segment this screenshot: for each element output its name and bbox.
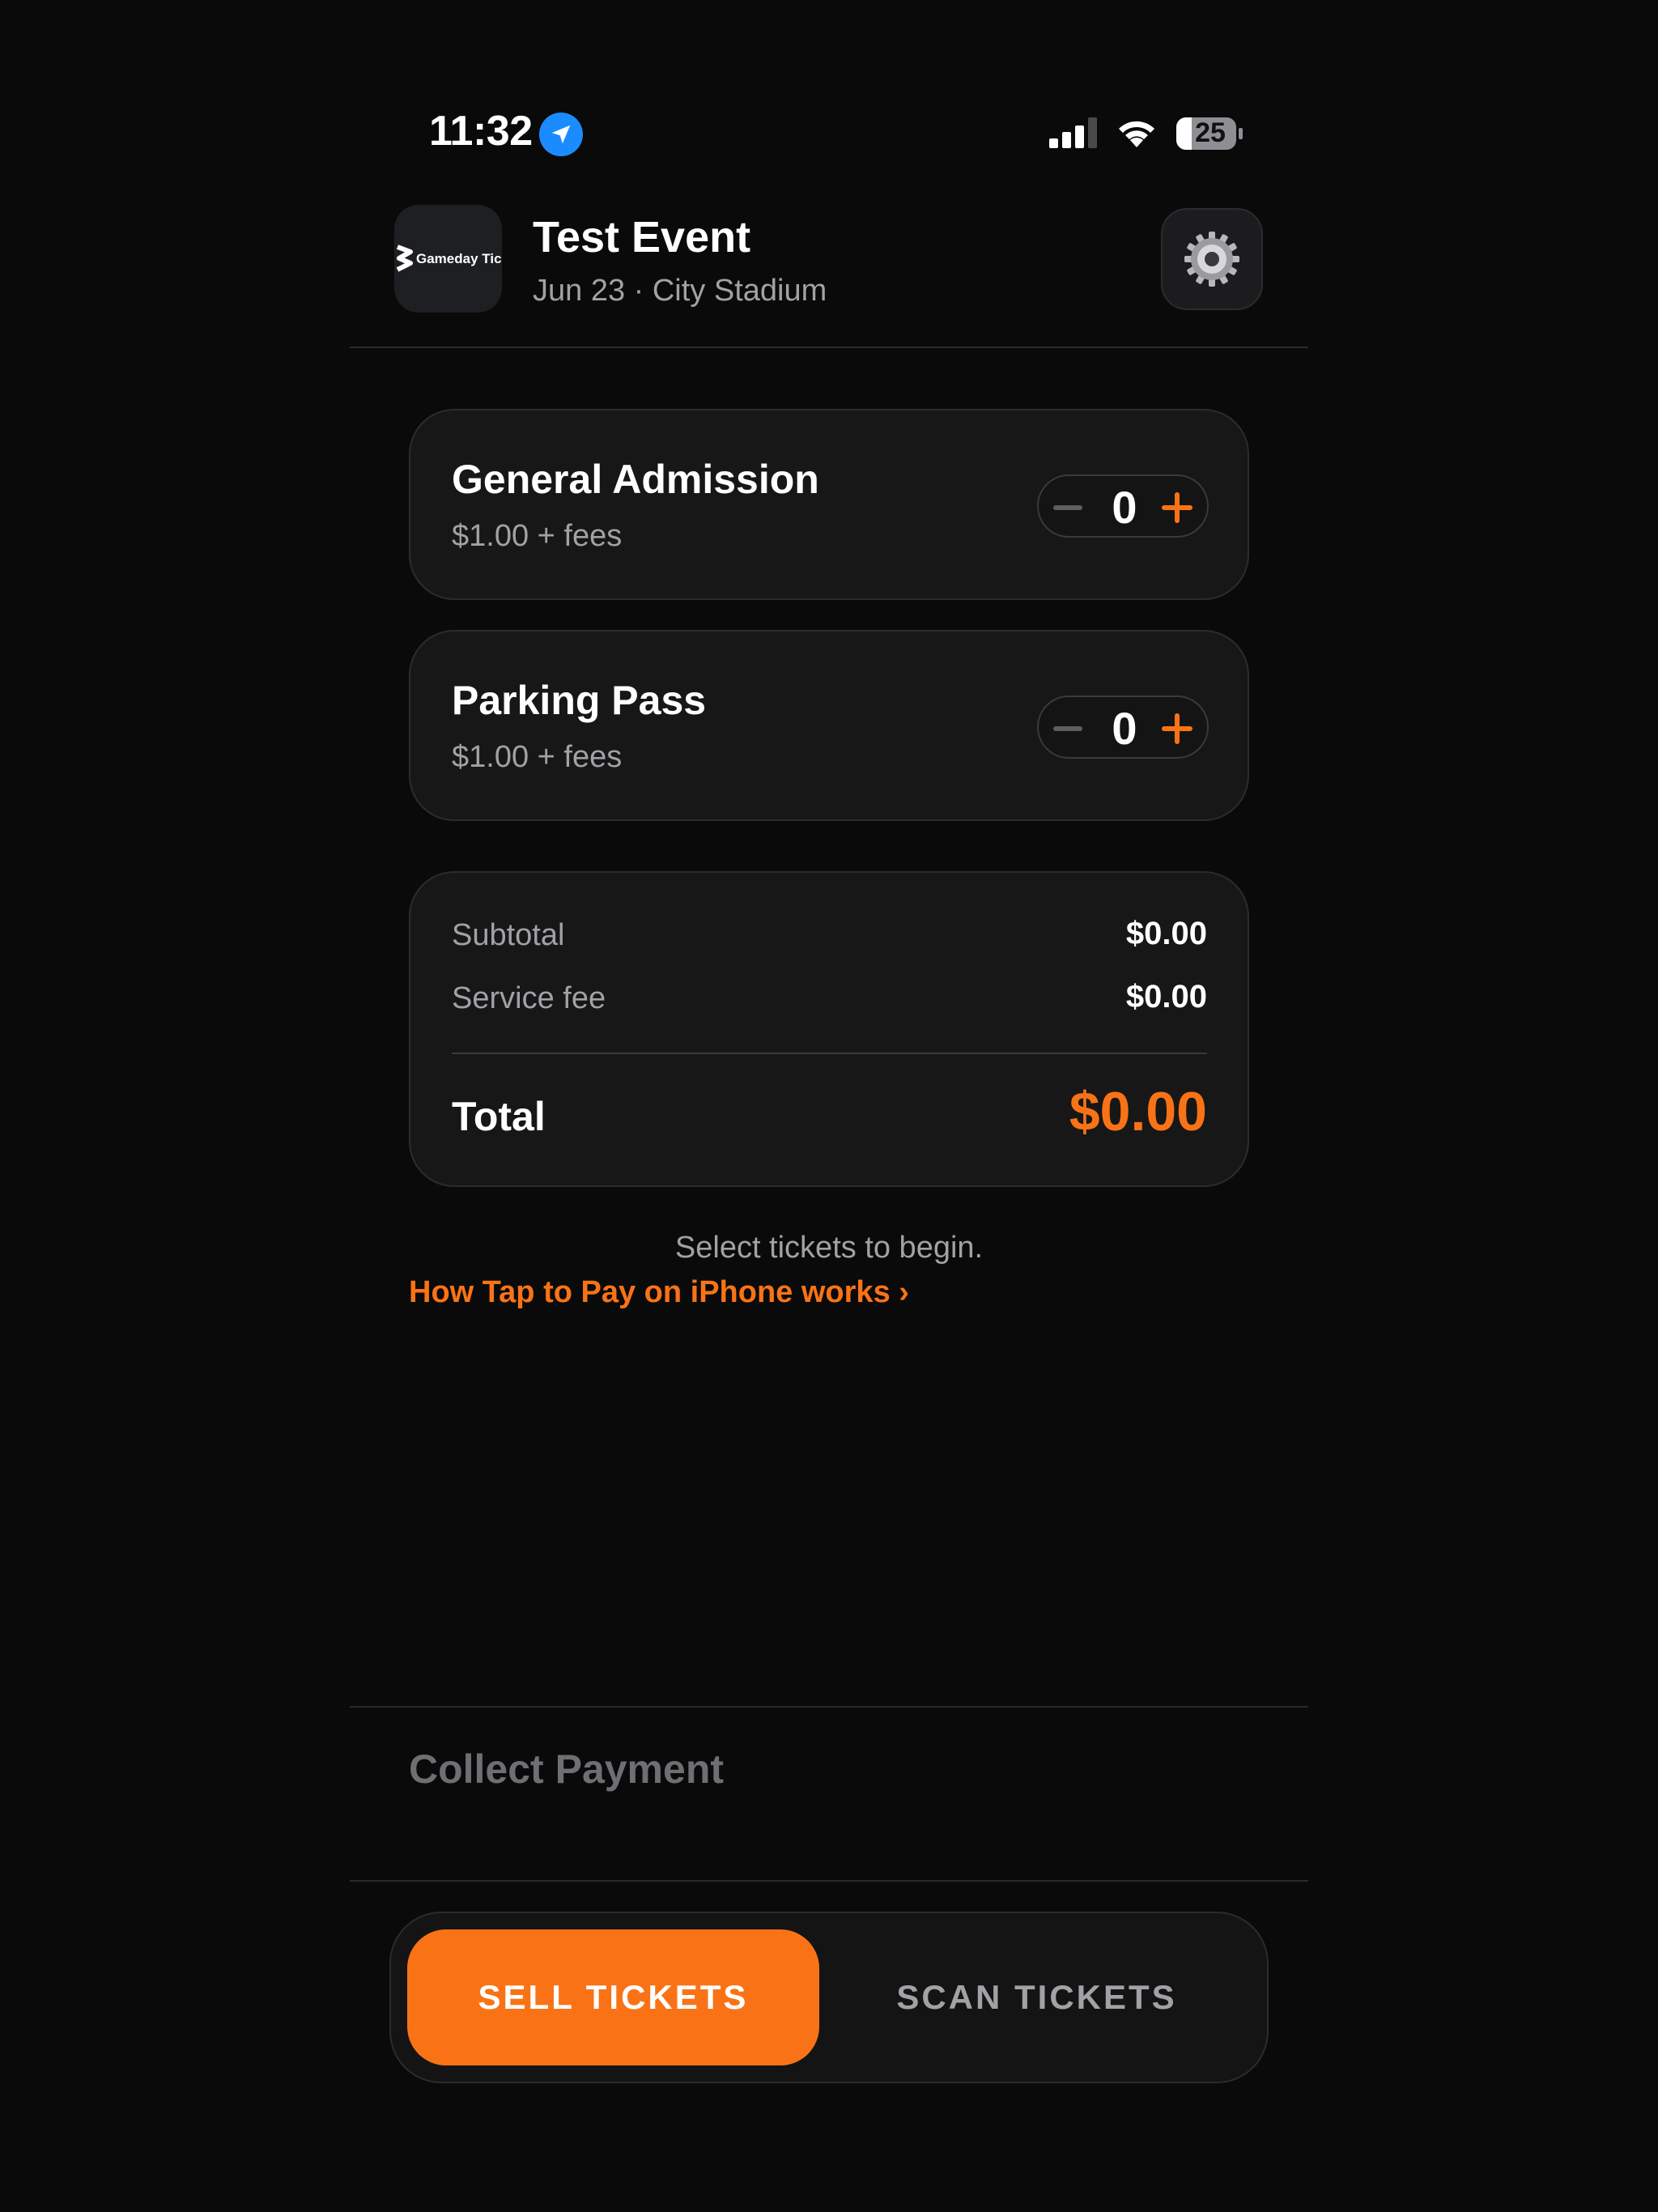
ticket-card-parking-pass: Parking Pass $1.00 + fees 0	[409, 630, 1249, 821]
decrement-button[interactable]	[1053, 726, 1082, 731]
quantity-value: 0	[1112, 482, 1137, 533]
app-screen: { "status_bar": { "time": "11:32", "batt…	[0, 0, 1658, 2212]
decrement-button[interactable]	[1053, 505, 1082, 510]
service-fee-value: $0.00	[1125, 979, 1207, 1015]
order-summary-card: Subtotal $0.00 Service fee $0.00 Total $…	[409, 871, 1249, 1187]
payment-divider-bottom	[350, 1880, 1308, 1882]
app-logo: Gameday Tick	[394, 205, 502, 313]
payment-divider-top	[350, 1706, 1308, 1708]
tap-to-pay-info-link[interactable]: How Tap to Pay on iPhone works ›	[409, 1275, 909, 1310]
logo-text: Gameday Tick	[416, 251, 502, 266]
settings-button[interactable]	[1161, 208, 1263, 310]
ticket-price: $1.00 + fees	[452, 740, 623, 774]
location-arrow-icon	[539, 113, 583, 156]
tab-scan-tickets[interactable]: SCAN TICKETS	[819, 1929, 1254, 2065]
quantity-stepper: 0	[1037, 696, 1209, 759]
tab-sell-tickets[interactable]: SELL TICKETS	[407, 1929, 819, 2065]
battery-level: 25	[1195, 117, 1226, 148]
mode-tab-bar: SELL TICKETS SCAN TICKETS	[389, 1912, 1269, 2083]
status-time: 11:32	[429, 108, 533, 155]
ticket-price: $1.00 + fees	[452, 519, 623, 553]
gear-icon	[1184, 232, 1239, 287]
total-value: $0.00	[1069, 1081, 1207, 1142]
service-fee-label: Service fee	[452, 981, 606, 1015]
helper-text: Select tickets to begin.	[674, 1231, 984, 1265]
event-title: Test Event	[533, 213, 751, 262]
quantity-stepper: 0	[1037, 474, 1209, 538]
ticket-card-general-admission: General Admission $1.00 + fees 0	[409, 409, 1249, 600]
summary-divider	[452, 1053, 1207, 1054]
quantity-value: 0	[1112, 703, 1137, 754]
increment-button[interactable]	[1162, 492, 1192, 523]
collect-payment-button[interactable]: Collect Payment	[409, 1746, 724, 1793]
total-label: Total	[452, 1094, 546, 1139]
event-subtitle: Jun 23 · City Stadium	[533, 274, 827, 308]
cellular-signal-icon	[1049, 117, 1097, 148]
wifi-icon	[1119, 121, 1154, 147]
subtotal-label: Subtotal	[452, 918, 565, 952]
ticket-name: Parking Pass	[452, 678, 707, 723]
header-divider	[350, 347, 1308, 348]
ticket-name: General Admission	[452, 457, 819, 502]
subtotal-value: $0.00	[1125, 916, 1207, 951]
increment-button[interactable]	[1162, 713, 1192, 744]
